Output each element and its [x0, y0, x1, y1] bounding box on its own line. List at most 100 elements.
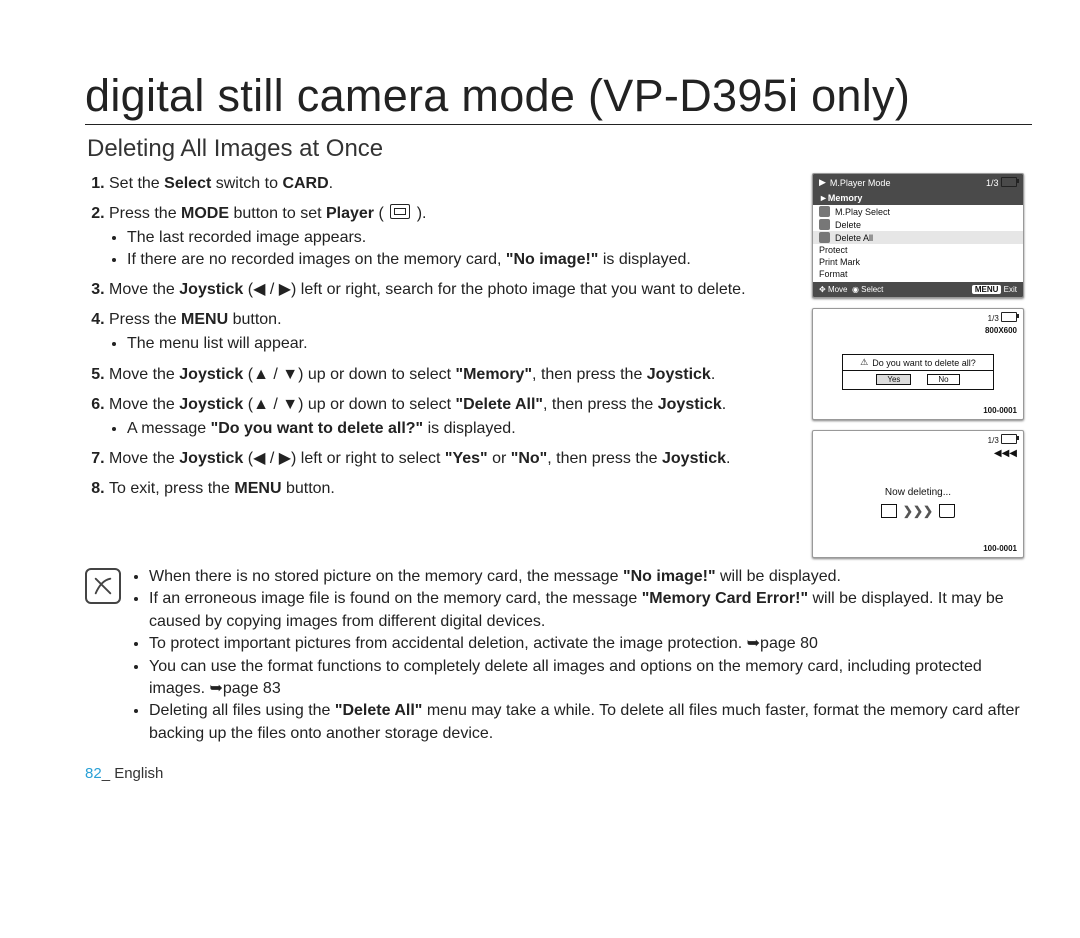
screen-menu: ▶M.Player Mode 1/3 ►Memory M.Play Select… — [812, 173, 1024, 298]
text-bold: Select — [164, 175, 211, 192]
image-number: 100-0001 — [813, 404, 1023, 419]
text: is displayed. — [598, 251, 691, 268]
menu-badge: MENU — [972, 285, 1002, 294]
manual-page: digital still camera mode (VP-D395i only… — [0, 0, 1080, 938]
text-bold: Joystick — [658, 396, 722, 413]
sub-bullets: The last recorded image appears. If ther… — [109, 227, 796, 271]
step-7: Move the Joystick (◀ / ▶) left or right … — [109, 448, 796, 470]
text: will be displayed. — [716, 568, 841, 585]
text: . — [722, 396, 726, 413]
language-label: English — [114, 765, 163, 782]
step-3: Move the Joystick (◀ / ▶) left or right,… — [109, 279, 796, 301]
menu-item-label: Delete All — [835, 233, 873, 243]
text: button. — [282, 480, 335, 497]
step-1: Set the Select switch to CARD. — [109, 173, 796, 195]
notes-list: When there is no stored picture on the m… — [131, 566, 1032, 745]
page-title: digital still camera mode (VP-D395i only… — [85, 70, 1032, 125]
bullet: The menu list will appear. — [127, 333, 796, 355]
menu-item: Print Mark — [813, 256, 1023, 268]
text-bold: MENU — [234, 480, 281, 497]
note: You can use the format functions to comp… — [149, 656, 1032, 701]
text-bold: "No" — [511, 450, 548, 467]
text: button to set — [229, 205, 326, 222]
text-bold: "Delete All" — [456, 396, 544, 413]
dialog-text: Do you want to delete all? — [872, 358, 976, 368]
progress-row: ❯❯❯ — [813, 504, 1023, 542]
instructions-column: Set the Select switch to CARD. Press the… — [85, 173, 796, 558]
text-bold: "No image!" — [623, 568, 716, 585]
status-bar: 1/3 — [813, 431, 1023, 448]
text: When there is no stored picture on the m… — [149, 568, 623, 585]
active-tab: ►Memory — [813, 191, 1023, 205]
text-bold: Player — [326, 205, 374, 222]
steps-list: Set the Select switch to CARD. Press the… — [85, 173, 796, 500]
text: Press the — [109, 311, 181, 328]
battery-icon — [1001, 312, 1017, 322]
resolution-row: 800X600 — [813, 326, 1023, 338]
text: Move the — [109, 366, 179, 383]
menu-item-selected: Delete All — [813, 231, 1023, 244]
move-label: Move — [828, 285, 848, 294]
step-8: To exit, press the MENU button. — [109, 478, 796, 500]
counter: 1/3 — [988, 436, 999, 445]
menu-item-label: Print Mark — [819, 257, 860, 267]
notes-section: When there is no stored picture on the m… — [85, 566, 1032, 745]
image-number: 100-0001 — [813, 542, 1023, 557]
text-bold: "Delete All" — [335, 702, 423, 719]
step-6: Move the Joystick (▲ / ▼) up or down to … — [109, 394, 796, 440]
chevrons-icon: ❯❯❯ — [903, 504, 933, 518]
note: Deleting all files using the "Delete All… — [149, 700, 1032, 745]
text: ). — [412, 205, 426, 222]
text: . — [726, 450, 730, 467]
bullet: If there are no recorded images on the m… — [127, 249, 796, 271]
card-icon — [819, 206, 830, 217]
text: If an erroneous image file is found on t… — [149, 590, 642, 607]
bullet: The last recorded image appears. — [127, 227, 796, 249]
screen-header: ▶M.Player Mode 1/3 — [813, 174, 1023, 191]
fast-rewind-indicator: ◀◀◀ — [813, 448, 1023, 463]
step-2: Press the MODE button to set Player ( ).… — [109, 203, 796, 271]
status-bar: 1/3 — [813, 309, 1023, 326]
yes-button: Yes — [876, 374, 911, 385]
text: A message — [127, 420, 211, 437]
trash-icon — [939, 504, 955, 518]
text: To exit, press the — [109, 480, 234, 497]
text: Move the — [109, 450, 179, 467]
menu-item: Protect — [813, 244, 1023, 256]
bullet: A message "Do you want to delete all?" i… — [127, 418, 796, 440]
exit-label: Exit — [1004, 285, 1017, 294]
text-bold: "Yes" — [445, 450, 488, 467]
menu-list: M.Play Select Delete Delete All Protect … — [813, 205, 1023, 282]
menu-item-label: Format — [819, 269, 848, 279]
text-bold: Joystick — [662, 450, 726, 467]
text-bold: Joystick — [647, 366, 711, 383]
menu-item: Delete — [813, 218, 1023, 231]
note: When there is no stored picture on the m… — [149, 566, 1032, 588]
mode-label: M.Player Mode — [830, 178, 891, 188]
player-mode-icon — [390, 204, 410, 219]
screen-deleting: 1/3 ◀◀◀ Now deleting... ❯❯❯ 100-0001 — [812, 430, 1024, 558]
sub-bullets: The menu list will appear. — [109, 333, 796, 355]
text-bold: "Memory Card Error!" — [642, 590, 808, 607]
text-bold: Joystick — [179, 281, 243, 298]
text: or — [488, 450, 511, 467]
resolution-label: 800X600 — [985, 326, 1017, 335]
text-bold: Joystick — [179, 450, 243, 467]
menu-item-label: M.Play Select — [835, 207, 890, 217]
text-bold: MENU — [181, 311, 228, 328]
text-bold: CARD — [282, 175, 328, 192]
menu-item-label: Protect — [819, 245, 848, 255]
text: Set the — [109, 175, 164, 192]
section-heading: Deleting All Images at Once — [87, 135, 1032, 163]
two-column-layout: Set the Select switch to CARD. Press the… — [85, 173, 1032, 558]
screen-footer: ✥ Move ◉ Select MENU Exit — [813, 282, 1023, 297]
text: . — [711, 366, 715, 383]
text: . — [329, 175, 333, 192]
text: Move the — [109, 281, 179, 298]
sub-bullets: A message "Do you want to delete all?" i… — [109, 418, 796, 440]
battery-icon — [1001, 177, 1017, 187]
now-deleting-label: Now deleting... — [813, 463, 1023, 504]
step-4: Press the MENU button. The menu list wil… — [109, 309, 796, 355]
note: To protect important pictures from accid… — [149, 633, 1032, 655]
select-label: Select — [861, 285, 883, 294]
